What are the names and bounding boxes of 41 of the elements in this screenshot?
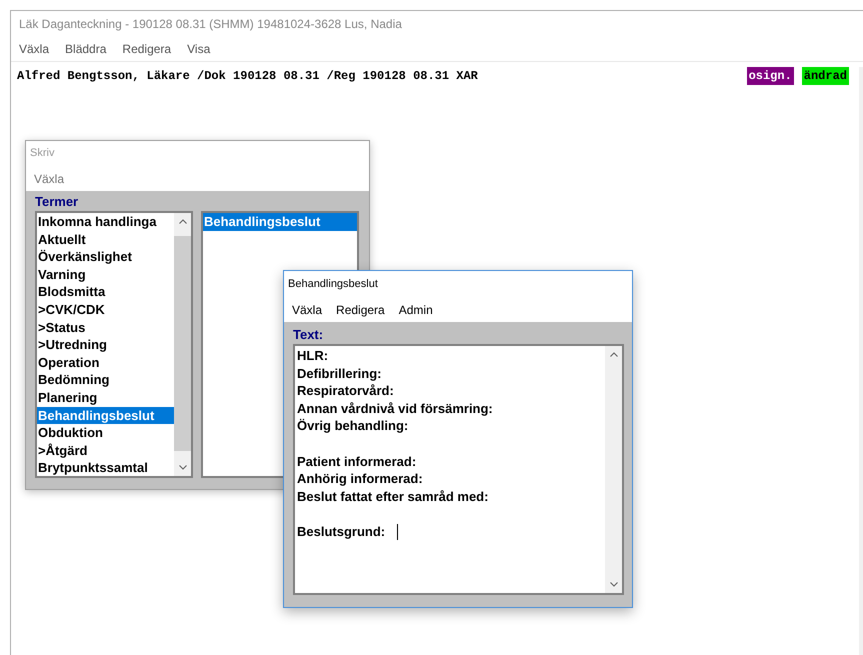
section-label: Termer <box>35 194 80 210</box>
text-cursor <box>397 524 398 540</box>
section-label: Text: <box>293 327 324 343</box>
text-line: HLR: <box>297 347 328 365</box>
list-item[interactable]: Brytpunktssamtal <box>37 459 174 476</box>
list-item[interactable]: Planering <box>37 388 174 407</box>
list-item[interactable]: Blodsmitta <box>37 283 174 301</box>
list-item[interactable]: Behandlingsbeslut <box>203 213 357 231</box>
list-item[interactable]: >Utredning <box>37 336 174 354</box>
menu-item[interactable]: Admin <box>398 300 433 318</box>
list-item[interactable]: >Åtgärd <box>37 442 174 460</box>
status-tag: ändrad <box>802 66 849 84</box>
scroll-down-icon[interactable] <box>610 582 618 587</box>
text-line: Beslut fattat efter samråd med: <box>297 488 488 506</box>
list-item[interactable]: Varning <box>37 266 174 284</box>
scroll-down-icon[interactable] <box>178 465 186 470</box>
window-title: Läk Daganteckning - 190128 08.31 (SHMM) 19481024-3628 Lus, Nadia <box>19 16 402 32</box>
list-item[interactable]: >CVK/CDK <box>37 300 174 319</box>
list-item[interactable]: Aktuellt <box>37 230 174 248</box>
document-header: Alfred Bengtsson, Läkare /Dok 190128 08.31 /Reg 190128 08.31 XAR <box>17 68 478 84</box>
list-item[interactable]: >Status <box>37 318 174 336</box>
list-item[interactable]: Behandlingsbeslut <box>37 406 174 424</box>
scroll-up-icon[interactable] <box>178 219 186 224</box>
text-line: Beslutsgrund: <box>297 522 386 541</box>
list-item[interactable]: Överkänslighet <box>37 248 174 266</box>
menu-item[interactable]: Växla <box>34 170 64 188</box>
scroll-up-icon[interactable] <box>610 352 618 357</box>
status-tag: osign. <box>746 66 794 84</box>
term-list[interactable]: Inkomna handlinga Aktuellt Överkänslighet Varning Blodsmitta >CVK/CDK >Status >Utredning Operation Bedömning Planering Behandlingsbeslut Obduktion >Åtgärd Brytpunktssamtal <box>35 211 193 478</box>
menu-item[interactable]: Visa <box>187 40 210 58</box>
text-editor[interactable]: HLR: Defibrillering: Respiratorvård: Annan vårdnivå vid försämring: Övrig behandling: Patient informerad: Anhörig informerad: Beslut fattat efter samråd med: Beslutsgrund: <box>293 344 624 595</box>
list-item[interactable]: Obduktion <box>37 424 174 442</box>
list-item[interactable]: Bedömning <box>37 371 174 389</box>
window-title: Skriv <box>30 146 54 162</box>
list-item[interactable]: Operation <box>37 354 174 372</box>
menu-item[interactable]: Bläddra <box>65 40 106 58</box>
menu-item[interactable]: Redigera <box>122 40 172 58</box>
list-item[interactable]: Inkomna handlinga <box>37 213 174 231</box>
menu-item[interactable]: Växla <box>292 300 322 318</box>
menu-item[interactable]: Växla <box>19 40 50 58</box>
scroll-thumb[interactable] <box>174 236 191 451</box>
